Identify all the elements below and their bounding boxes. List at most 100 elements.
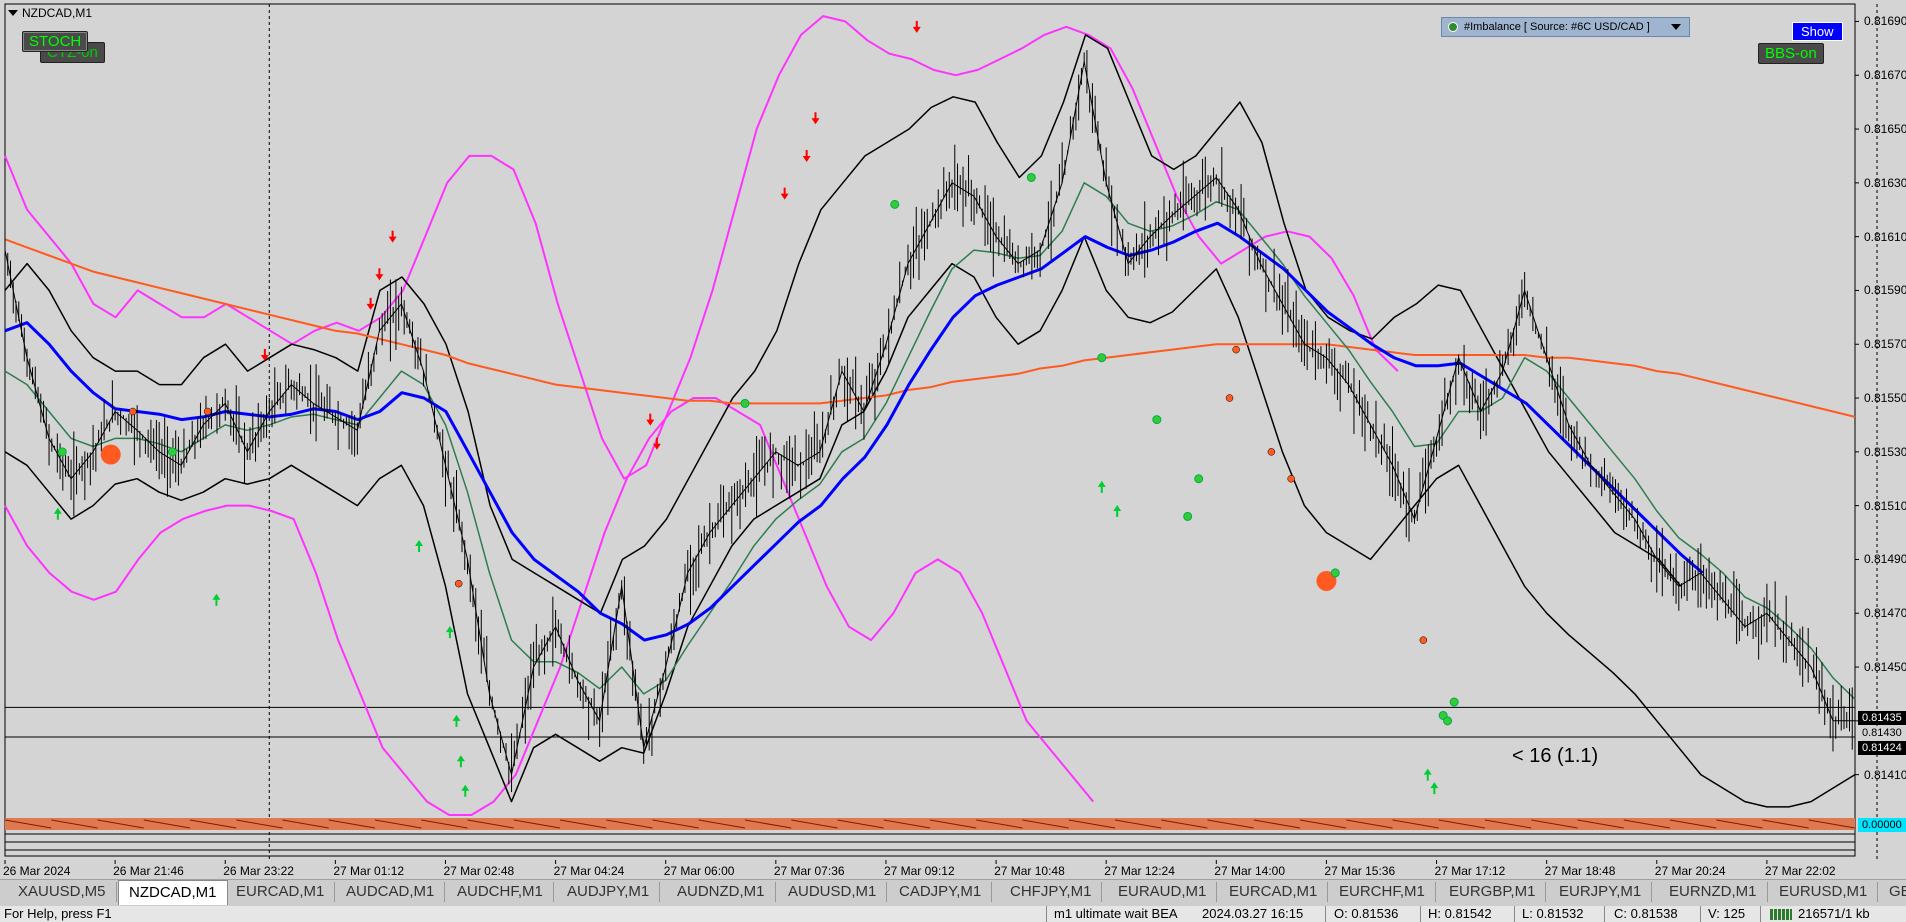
tab-eurusd-m1[interactable]: EURUSD,M1	[1769, 882, 1879, 902]
time-tick-label: 26 Mar 21:46	[113, 864, 184, 878]
buy-arrow-icon	[1097, 480, 1106, 493]
buy-arrow-icon	[415, 540, 424, 552]
signal-dot-orange	[1232, 345, 1240, 354]
price-tick-label: 0.81470	[1864, 606, 1906, 621]
price-tick-label: 0.81610	[1864, 229, 1906, 244]
time-tick-label: 27 Mar 04:24	[553, 864, 625, 878]
plot-frame	[4, 3, 1856, 857]
price-tick-label: 0.81530	[1864, 444, 1906, 459]
signal-dot-green	[1026, 172, 1036, 182]
time-tick-label: 27 Mar 12:24	[1104, 864, 1175, 878]
sell-arrow-icon	[646, 413, 655, 426]
signal-dot-orange	[128, 407, 137, 416]
imbalance-status-icon	[1448, 22, 1458, 32]
price-tick-label: 0.81650	[1864, 122, 1906, 137]
time-tick-label: 27 Mar 09:12	[883, 864, 955, 878]
sell-arrow-icon	[366, 297, 375, 310]
tab-eurchf-m1[interactable]: EURCHF,M1	[1329, 882, 1436, 902]
show-button[interactable]: Show	[1792, 22, 1843, 41]
tab-euraud-m1[interactable]: EURAUD,M1	[1108, 882, 1218, 902]
tab-audusd-m1[interactable]: AUDUSD,M1	[778, 882, 888, 902]
signal-dot-green	[1443, 716, 1453, 726]
time-tick-label: 27 Mar 17:12	[1434, 864, 1506, 878]
series-env-inner-lower	[4, 235, 1856, 808]
status-volume: V: 125	[1708, 906, 1746, 921]
status-open: O: 0.81536	[1334, 906, 1399, 921]
series-env-inner-upper	[4, 34, 1682, 614]
time-tick-label: 27 Mar 01:12	[333, 864, 405, 878]
signal-dot-green	[890, 199, 900, 209]
bid-price-tag: 0.81430	[1858, 726, 1906, 740]
tab-gbpa[interactable]: GBPA	[1879, 882, 1906, 902]
time-tick-label: 27 Mar 06:00	[663, 864, 735, 878]
tab-audchf-m1[interactable]: AUDCHF,M1	[447, 882, 554, 902]
signal-dot-green	[167, 447, 177, 457]
tab-eurjpy-m1[interactable]: EURJPY,M1	[1549, 882, 1653, 902]
signal-dot-orange	[1225, 394, 1234, 402]
signal-dot-orange	[1267, 448, 1276, 456]
tab-eurcad-m1[interactable]: EURCAD,M1	[226, 882, 336, 902]
tab-audnzd-m1[interactable]: AUDNZD,M1	[667, 882, 776, 902]
signal-dot-green	[57, 447, 67, 457]
tab-cadjpy-m1[interactable]: CADJPY,M1	[889, 882, 993, 902]
time-tick-label: 27 Mar 07:36	[773, 864, 845, 878]
signal-dot-green	[1330, 568, 1340, 578]
price-tick-label: 0.81550	[1864, 391, 1906, 406]
series-price	[4, 61, 1855, 776]
tab-audcad-m1[interactable]: AUDCAD,M1	[336, 882, 446, 902]
tab-eurnzd-m1[interactable]: EURNZD,M1	[1659, 882, 1768, 902]
time-tick-label: 27 Mar 22:02	[1764, 864, 1836, 878]
sell-arrow-icon	[780, 187, 789, 200]
buy-arrow-icon	[1430, 782, 1439, 795]
price-tick-label: 0.81690	[1864, 14, 1906, 29]
sell-arrow-icon	[811, 112, 820, 125]
status-bar: For Help, press F1 m1 ultimate wait BEA …	[0, 906, 1906, 922]
imbalance-panel[interactable]: #Imbalance [ Source: #6C USD/CAD ]	[1441, 17, 1690, 37]
buy-arrow-icon	[1423, 768, 1432, 781]
status-close: C: 0.81538	[1614, 906, 1678, 921]
status-datetime: 2024.03.27 16:15	[1202, 906, 1304, 921]
indicator-strip	[5, 818, 1855, 830]
signal-dot-green	[1152, 415, 1162, 425]
signal-dot-green	[740, 398, 750, 408]
tab-chfjpy-m1[interactable]: CHFJPY,M1	[1000, 882, 1103, 902]
hline-lower-price-tag: 0.81424	[1858, 741, 1906, 755]
tab-audjpy-m1[interactable]: AUDJPY,M1	[557, 882, 661, 902]
signal-dot-large	[100, 444, 121, 465]
signal-dot-green	[1194, 474, 1204, 484]
price-chart[interactable]	[0, 0, 1906, 879]
symbol-tab-bar: XAUUSD,M5 NZDCAD,M1 EURCAD,M1 AUDCAD,M1 AUDC…	[0, 879, 1906, 906]
sell-arrow-icon	[388, 230, 397, 243]
signal-dot-orange	[454, 579, 463, 588]
tab-eurgbp-m1[interactable]: EURGBP,M1	[1439, 882, 1547, 902]
status-high: H: 0.81542	[1428, 906, 1492, 921]
price-tick-label: 0.81450	[1864, 660, 1906, 675]
tab-nzdcad-m1[interactable]: NZDCAD,M1	[118, 880, 228, 905]
collapse-triangle-icon[interactable]	[8, 10, 18, 16]
price-tick-label: 0.81510	[1864, 498, 1906, 513]
signal-dot-green	[1097, 353, 1107, 363]
price-tick-label: 0.81670	[1864, 68, 1906, 83]
buy-arrow-icon	[212, 593, 221, 606]
tab-eurcad-m1[interactable]: EURCAD,M1	[1219, 882, 1329, 902]
time-tick-label: 27 Mar 20:24	[1654, 864, 1726, 878]
time-tick-label: 26 Mar 2024	[3, 864, 71, 878]
tab-xauusd-m5[interactable]: XAUUSD,M5	[8, 882, 117, 902]
chart-area[interactable]: NZDCAD,M1 CTZ-on STOCH #Imbalance [ Sour…	[0, 0, 1906, 922]
signal-dot-green	[1449, 697, 1459, 707]
price-tick-label: 0.81490	[1864, 552, 1906, 567]
series-env-outer-upper	[4, 15, 1399, 480]
dropdown-arrow-icon[interactable]	[1671, 24, 1681, 30]
time-tick-label: 27 Mar 14:00	[1214, 864, 1286, 878]
stoch-toggle-button[interactable]: STOCH	[22, 31, 89, 52]
signal-dot-green	[1183, 511, 1193, 521]
symbol-title: NZDCAD,M1	[8, 6, 92, 20]
price-tick-label: 0.81630	[1864, 175, 1906, 190]
signal-dot-orange	[1287, 475, 1295, 483]
time-tick-label: 27 Mar 15:36	[1324, 864, 1396, 878]
hline-upper-price-tag: 0.81435	[1858, 711, 1906, 725]
status-low: L: 0.81532	[1522, 906, 1584, 921]
connection-status-icon	[1770, 909, 1792, 920]
bbs-toggle-button[interactable]: BBS-on	[1758, 43, 1824, 64]
signal-dot-orange	[1419, 636, 1428, 644]
